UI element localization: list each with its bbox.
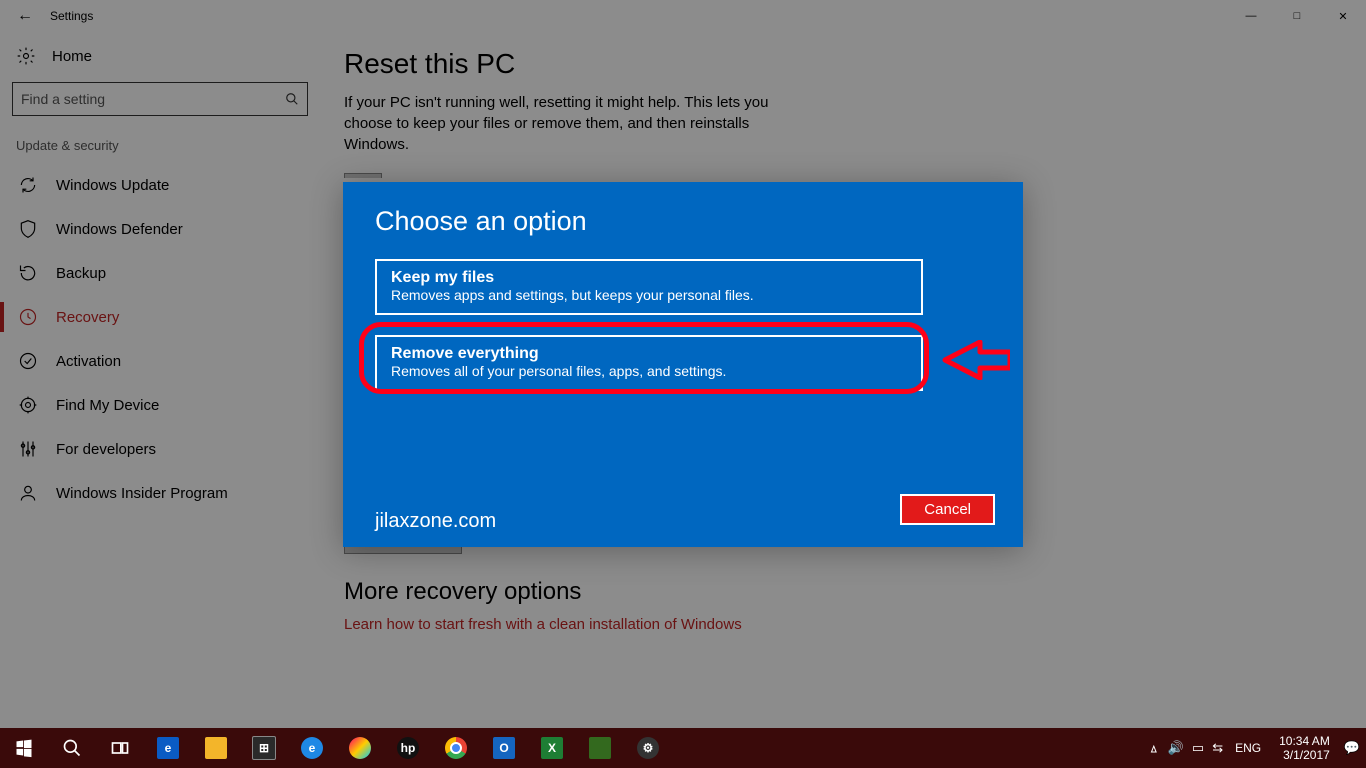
location-icon [18,395,38,415]
sidebar-item-label: Backup [56,265,106,282]
option-description: Removes apps and settings, but keeps you… [391,287,907,303]
choose-option-dialog: Choose an option Keep my files Removes a… [343,182,1023,547]
tray-chevron-icon[interactable]: ㅿ [1148,739,1160,758]
language-indicator[interactable]: ENG [1231,741,1265,755]
gear-icon [16,46,36,66]
taskbar-app-ie[interactable]: e [288,728,336,768]
sidebar-item-windows-defender[interactable]: Windows Defender [12,207,308,251]
taskbar-app-hp[interactable]: hp [384,728,432,768]
check-circle-icon [18,351,38,371]
minimize-button[interactable]: — [1228,0,1274,32]
section-label: Update & security [12,134,308,163]
title-bar: ← Settings — □ ✕ [0,0,1366,32]
sidebar-item-recovery[interactable]: Recovery [12,295,308,339]
action-center-icon[interactable]: 💬 [1344,740,1360,756]
search-icon [285,92,299,106]
more-options-heading: More recovery options [344,578,1366,606]
sidebar-item-label: Recovery [56,309,119,326]
sidebar-item-windows-update[interactable]: Windows Update [12,163,308,207]
sidebar-item-backup[interactable]: Backup [12,251,308,295]
sidebar-item-label: For developers [56,441,156,458]
home-link[interactable]: Home [12,32,308,80]
option-description: Removes all of your personal files, apps… [391,363,907,379]
taskbar-clock[interactable]: 10:34 AM 3/1/2017 [1273,734,1336,763]
start-button[interactable] [0,728,48,768]
task-view-icon [110,738,130,758]
sidebar: Home Find a setting Update & security Wi… [0,32,320,728]
close-button[interactable]: ✕ [1320,0,1366,32]
taskbar-app-chrome[interactable] [432,728,480,768]
taskbar-search[interactable] [48,728,96,768]
search-placeholder: Find a setting [21,91,105,107]
home-label: Home [52,48,92,65]
task-view-button[interactable] [96,728,144,768]
sidebar-item-for-developers[interactable]: For developers [12,427,308,471]
search-icon [62,738,82,758]
volume-icon[interactable]: 🔊 [1168,740,1184,756]
person-icon [18,483,38,503]
sidebar-item-activation[interactable]: Activation [12,339,308,383]
taskbar-app-notepad[interactable] [576,728,624,768]
taskbar-app-settings[interactable]: ⚙ [624,728,672,768]
get-started-button-partial[interactable] [344,173,382,178]
back-button[interactable]: ← [14,0,36,32]
watermark-text: jilaxzone.com [375,510,496,533]
taskbar-app-store[interactable]: ⊞ [240,728,288,768]
sidebar-item-label: Windows Update [56,177,169,194]
sidebar-item-label: Find My Device [56,397,159,414]
page-heading: Reset this PC [344,48,1366,80]
battery-icon[interactable]: ▭ [1192,740,1204,756]
sidebar-item-label: Windows Insider Program [56,485,228,502]
windows-icon [14,738,34,758]
sync-icon [18,175,38,195]
taskbar-app-outlook[interactable]: O [480,728,528,768]
taskbar-app-excel[interactable]: X [528,728,576,768]
backup-icon [18,263,38,283]
taskbar-app-edge[interactable]: e [144,728,192,768]
sliders-icon [18,439,38,459]
option-title: Keep my files [391,269,907,287]
sidebar-item-label: Windows Defender [56,221,183,238]
page-description: If your PC isn't running well, resetting… [344,92,774,155]
sidebar-item-insider[interactable]: Windows Insider Program [12,471,308,515]
option-title: Remove everything [391,345,907,363]
taskbar: e ⊞ e hp O X ⚙ ㅿ 🔊 ▭ ⇆ ENG 10:34 AM 3/1/… [0,728,1366,768]
history-icon [18,307,38,327]
clock-date: 3/1/2017 [1279,748,1330,762]
taskbar-app-paint[interactable] [336,728,384,768]
window-title: Settings [50,9,93,23]
option-keep-my-files[interactable]: Keep my files Removes apps and settings,… [375,259,923,315]
search-input[interactable]: Find a setting [12,82,308,116]
taskbar-app-explorer[interactable] [192,728,240,768]
option-remove-everything[interactable]: Remove everything Removes all of your pe… [375,335,923,391]
shield-icon [18,219,38,239]
fresh-install-link[interactable]: Learn how to start fresh with a clean in… [344,616,1366,633]
maximize-button[interactable]: □ [1274,0,1320,32]
sidebar-item-find-my-device[interactable]: Find My Device [12,383,308,427]
sidebar-item-label: Activation [56,353,121,370]
network-icon[interactable]: ⇆ [1212,740,1223,756]
cancel-button[interactable]: Cancel [900,494,995,525]
dialog-title: Choose an option [375,206,991,237]
clock-time: 10:34 AM [1279,734,1330,748]
